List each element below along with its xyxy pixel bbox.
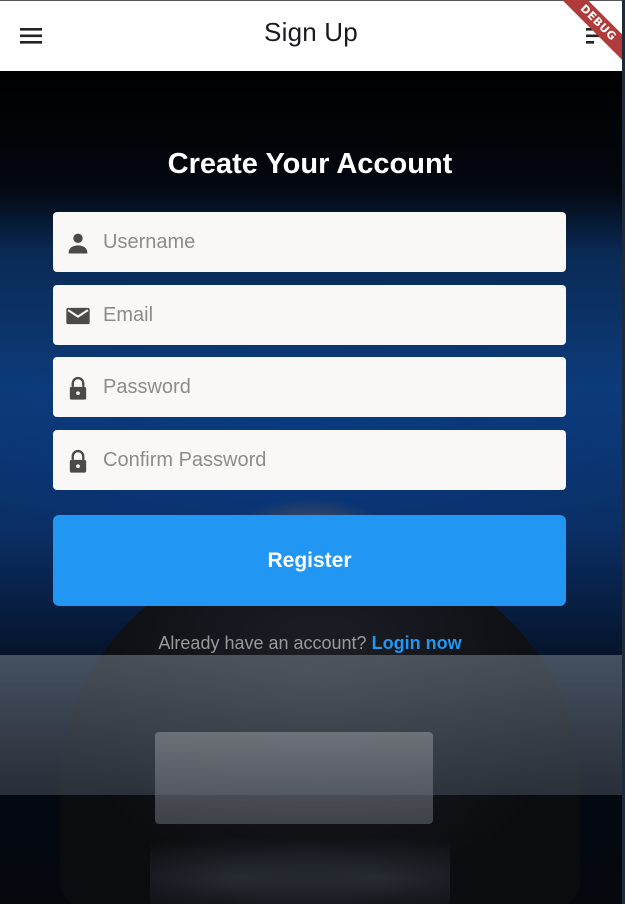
person-icon	[64, 229, 92, 257]
login-now-link[interactable]: Login now	[372, 633, 462, 653]
email-input[interactable]	[103, 285, 553, 345]
login-prompt-row: Already have an account? Login now	[0, 633, 620, 654]
email-field[interactable]	[53, 285, 566, 345]
lock-icon	[64, 374, 92, 402]
page-title: Sign Up	[264, 17, 358, 47]
password-input[interactable]	[103, 357, 553, 417]
sign-up-screen: Sign Up DEBUG Create Your Account Userna…	[0, 0, 625, 904]
laptop-shape	[155, 732, 433, 824]
sort-icon[interactable]	[584, 23, 612, 49]
password-field[interactable]	[53, 357, 566, 417]
login-prompt-text: Already have an account?	[158, 633, 367, 653]
register-button[interactable]: Register	[53, 515, 566, 606]
confirm-password-input[interactable]	[103, 430, 553, 490]
lock-icon	[64, 447, 92, 475]
username-input[interactable]	[103, 212, 553, 272]
email-icon	[64, 302, 92, 330]
app-bar: Sign Up	[0, 0, 622, 71]
username-field[interactable]	[53, 212, 566, 272]
confirm-password-field[interactable]	[53, 430, 566, 490]
form-heading: Create Your Account	[167, 148, 453, 180]
legs-shape	[150, 830, 450, 904]
